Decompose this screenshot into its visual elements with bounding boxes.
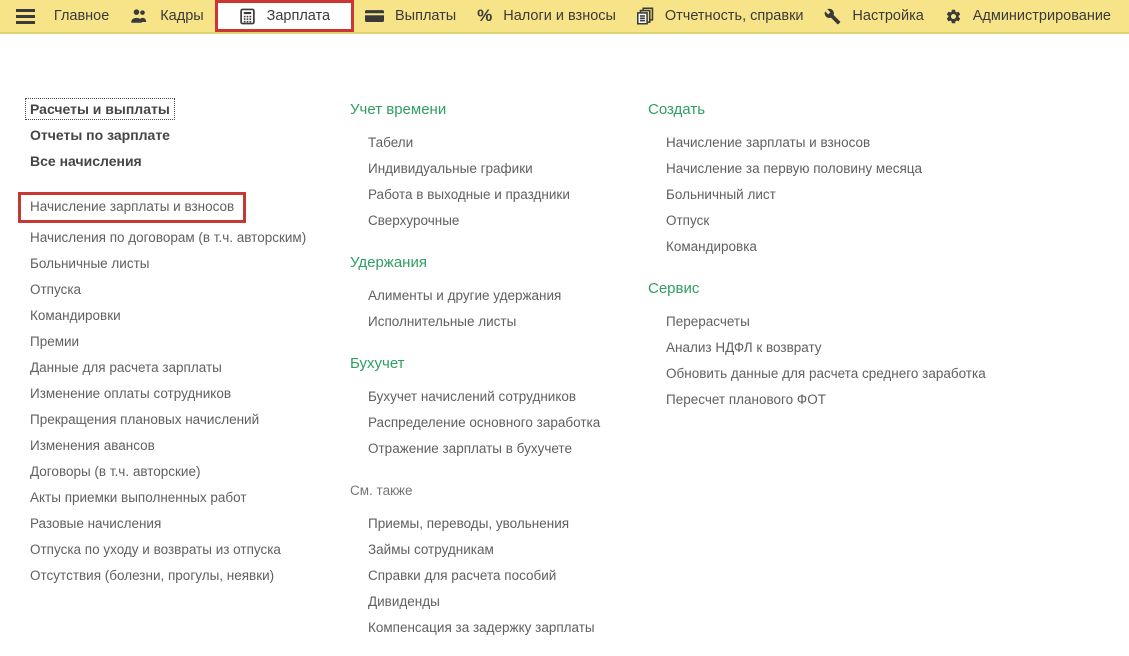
list-item[interactable]: Начисление зарплаты и взносов	[666, 129, 1078, 155]
list-item[interactable]: Компенсация за задержку зарплаты	[368, 614, 645, 640]
list-item[interactable]: Командировки	[30, 302, 342, 328]
section-servis: Сервис Перерасчеты Анализ НДФЛ к возврат…	[648, 275, 1078, 412]
list-item[interactable]: Табели	[368, 129, 645, 155]
middle-column: Учет времени Табели Индивидуальные графи…	[350, 96, 645, 656]
list-item[interactable]: Данные для расчета зарплаты	[30, 354, 342, 380]
people-icon	[130, 8, 149, 25]
tab-zarplata[interactable]: Зарплата	[215, 0, 355, 32]
main-menu-button[interactable]	[8, 0, 43, 32]
list-item[interactable]: Отпуска	[30, 276, 342, 302]
list-item[interactable]: Анализ НДФЛ к возврату	[666, 334, 1078, 360]
list-item[interactable]: Изменения авансов	[30, 432, 342, 458]
list-item[interactable]: Займы сотрудникам	[368, 536, 645, 562]
right-column: Создать Начисление зарплаты и взносов На…	[648, 96, 1078, 428]
list-item[interactable]: Прекращения плановых начислений	[30, 406, 342, 432]
list-item[interactable]: Командировка	[666, 233, 1078, 259]
list-item[interactable]: Индивидуальные графики	[368, 155, 645, 181]
list-item[interactable]: Разовые начисления	[30, 510, 342, 536]
section-sm-takzhe: См. также Приемы, переводы, увольнения З…	[350, 477, 645, 640]
list-item[interactable]: Больничный лист	[666, 181, 1078, 207]
list-item[interactable]: Отсутствия (болезни, прогулы, неявки)	[30, 562, 342, 588]
report-icon	[637, 7, 654, 25]
list-item[interactable]: Приемы, переводы, увольнения	[368, 510, 645, 536]
section-title: См. также	[350, 477, 645, 503]
list-item[interactable]: Акты приемки выполненных работ	[30, 484, 342, 510]
bold-link-raschety-i-vyplaty[interactable]: Расчеты и выплаты	[30, 96, 342, 122]
tab-otchetnost-spravki[interactable]: Отчетность, справки	[627, 0, 814, 32]
list-item[interactable]: Изменение оплаты сотрудников	[30, 380, 342, 406]
list-item[interactable]: Распределение основного заработка	[368, 409, 645, 435]
focused-link[interactable]: Расчеты и выплаты	[26, 99, 174, 119]
section-uchet-vremeni: Учет времени Табели Индивидуальные графи…	[350, 96, 645, 233]
tab-label: Главное	[54, 8, 109, 24]
card-icon	[365, 9, 384, 23]
section-buhuchet: Бухучет Бухучет начислений сотрудников Р…	[350, 350, 645, 461]
tab-label: Отчетность, справки	[665, 8, 804, 24]
tab-label: Налоги и взносы	[503, 8, 616, 24]
tab-kadry[interactable]: Кадры	[120, 0, 213, 32]
gear-icon	[945, 8, 962, 25]
topbar: Главное Кадры Зарплата	[0, 0, 1129, 34]
section-title: Сервис	[648, 275, 1078, 301]
section-sozdat: Создать Начисление зарплаты и взносов На…	[648, 96, 1078, 259]
tab-nalogi-vznosy[interactable]: % Налоги и взносы	[467, 0, 626, 32]
list-item[interactable]: Дивиденды	[368, 588, 645, 614]
tab-label: Выплаты	[395, 8, 456, 24]
list-item[interactable]: Справки для расчета пособий	[368, 562, 645, 588]
tab-administrirovanie[interactable]: Администрирование	[935, 0, 1121, 32]
tab-label: Настройка	[852, 8, 923, 24]
list-item[interactable]: Исполнительные листы	[368, 308, 645, 334]
tab-glavnoe[interactable]: Главное	[44, 0, 119, 32]
list-item[interactable]: Начисления по договорам (в т.ч. авторски…	[30, 224, 342, 250]
list-item[interactable]: Договоры (в т.ч. авторские)	[30, 458, 342, 484]
section-uderzhaniya: Удержания Алименты и другие удержания Ис…	[350, 249, 645, 334]
list-item[interactable]: Сверхурочные	[368, 207, 645, 233]
red-highlight-frame: Начисление зарплаты и взносов	[18, 192, 246, 223]
list-item[interactable]: Отражение зарплаты в бухучете	[368, 435, 645, 461]
left-items-list: Начисление зарплаты и взносов Начисления…	[30, 190, 342, 588]
list-item[interactable]: Премии	[30, 328, 342, 354]
percent-icon: %	[477, 6, 492, 26]
bold-link-otchety-po-zarplate[interactable]: Отчеты по зарплате	[30, 122, 342, 148]
list-item[interactable]: Алименты и другие удержания	[368, 282, 645, 308]
list-item[interactable]: Пересчет планового ФОТ	[666, 386, 1078, 412]
tab-label: Администрирование	[973, 8, 1111, 24]
wrench-icon	[824, 8, 841, 25]
tab-vyplaty[interactable]: Выплаты	[355, 0, 466, 32]
tab-nastroyka[interactable]: Настройка	[814, 0, 933, 32]
list-item[interactable]: Отпуск	[666, 207, 1078, 233]
list-item[interactable]: Перерасчеты	[666, 308, 1078, 334]
list-item[interactable]: Отпуска по уходу и возвраты из отпуска	[30, 536, 342, 562]
left-column: Расчеты и выплаты Отчеты по зарплате Все…	[30, 96, 342, 588]
section-title: Учет времени	[350, 96, 645, 122]
section-title: Создать	[648, 96, 1078, 122]
list-item[interactable]: Больничные листы	[30, 250, 342, 276]
bold-link-vse-nachisleniya[interactable]: Все начисления	[30, 148, 342, 174]
list-item-highlighted[interactable]: Начисление зарплаты и взносов	[30, 190, 342, 224]
hamburger-icon	[16, 9, 35, 24]
section-title: Удержания	[350, 249, 645, 275]
tab-label: Зарплата	[267, 8, 331, 24]
tab-label: Кадры	[160, 8, 203, 24]
list-item[interactable]: Работа в выходные и праздники	[368, 181, 645, 207]
list-item[interactable]: Обновить данные для расчета среднего зар…	[666, 360, 1078, 386]
list-item[interactable]: Начисление за первую половину месяца	[666, 155, 1078, 181]
section-title: Бухучет	[350, 350, 645, 376]
list-item[interactable]: Бухучет начислений сотрудников	[368, 383, 645, 409]
calculator-icon	[239, 8, 256, 25]
